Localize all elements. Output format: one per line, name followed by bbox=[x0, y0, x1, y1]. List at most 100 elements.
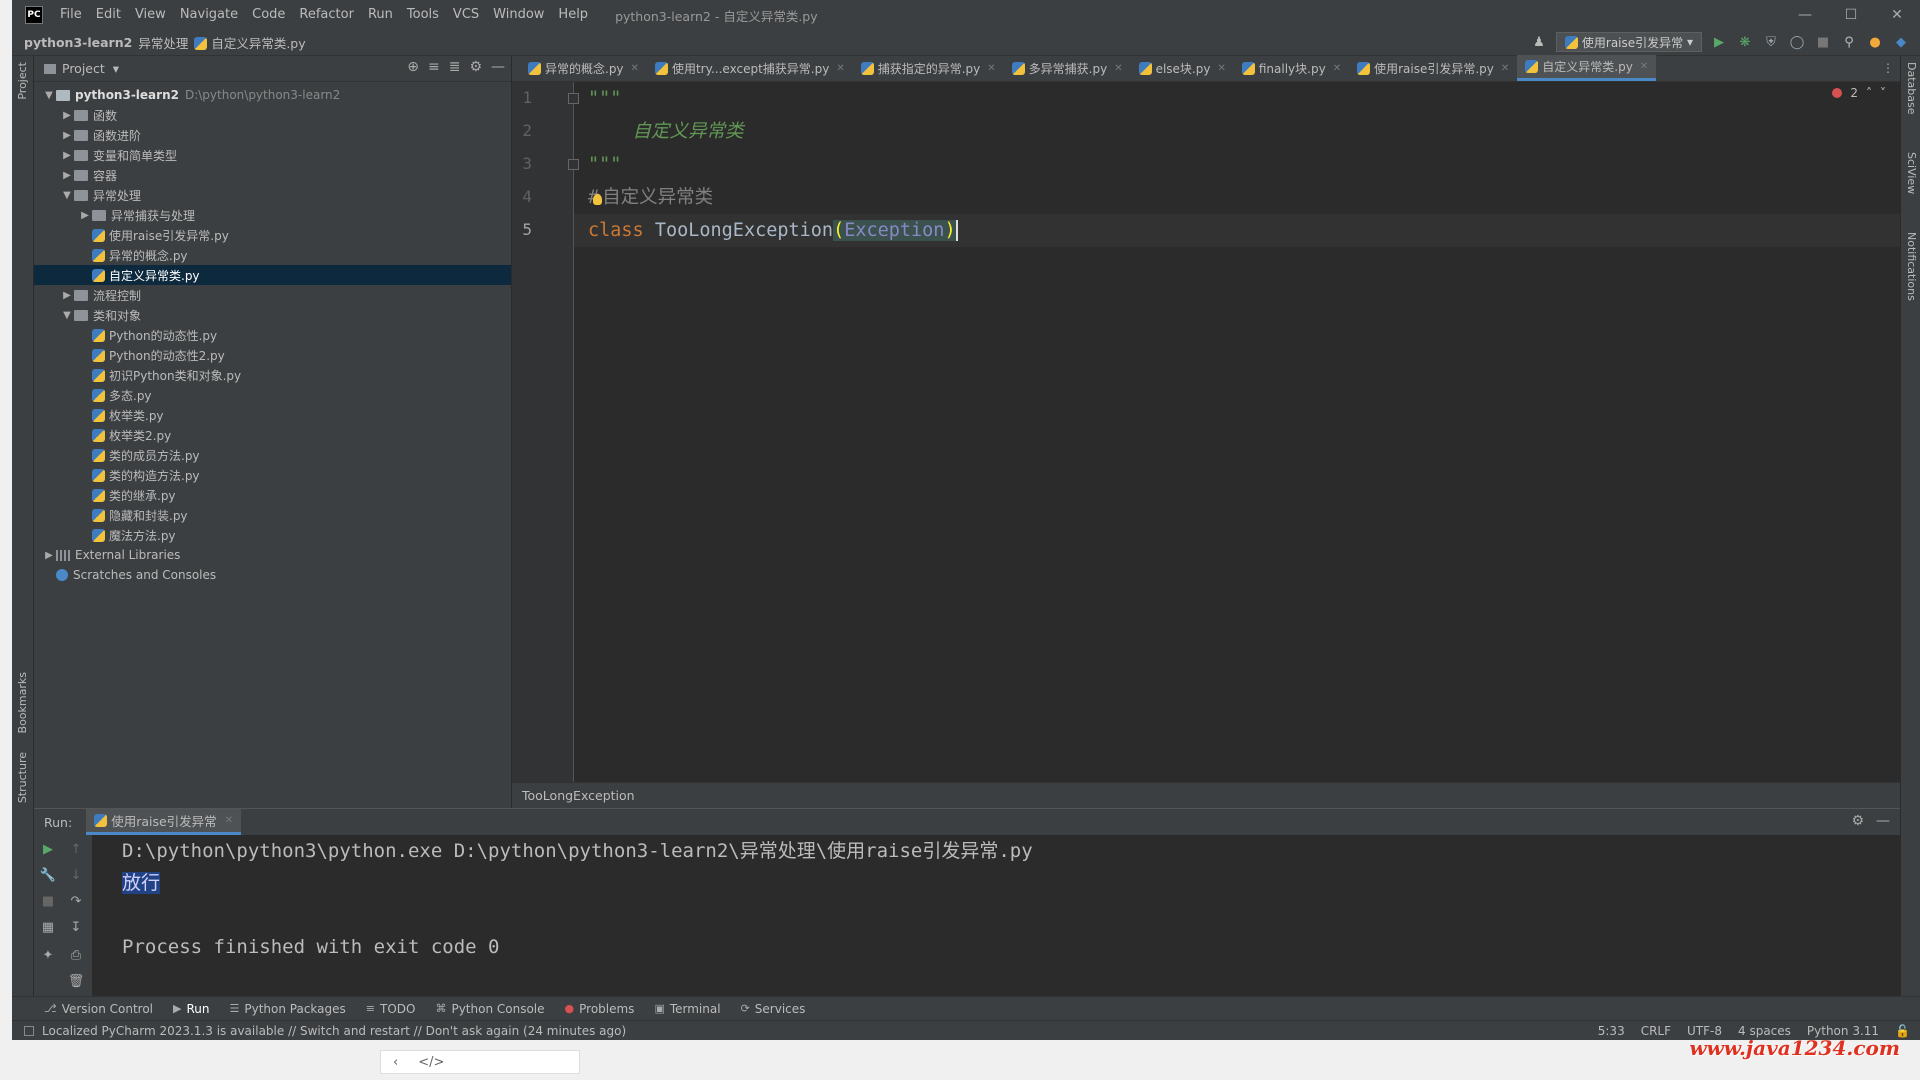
tree-folder[interactable]: ▶ 函数 bbox=[34, 105, 511, 125]
close-icon[interactable]: ✕ bbox=[631, 63, 639, 74]
tree-file[interactable]: 类的成员方法.py bbox=[34, 445, 511, 465]
tree-folder[interactable]: ▶ 异常捕获与处理 bbox=[34, 205, 511, 225]
bottom-tab[interactable]: ● Problems bbox=[565, 1002, 635, 1016]
chevron-right-icon[interactable]: ▶ bbox=[60, 150, 74, 161]
arrow-up-icon[interactable]: ↑ bbox=[68, 841, 84, 857]
soft-wrap-icon[interactable]: ↷ bbox=[68, 893, 84, 909]
editor-tab[interactable]: 异常的概念.py ✕ bbox=[520, 55, 647, 81]
pin-icon[interactable]: ✦ bbox=[40, 947, 56, 963]
arrow-down-icon[interactable]: ↓ bbox=[68, 867, 84, 883]
bottom-tab[interactable]: ⟳ Services bbox=[741, 1002, 806, 1016]
run-icon[interactable]: ▶ bbox=[1710, 33, 1728, 51]
menu-view[interactable]: View bbox=[128, 0, 173, 30]
tree-file[interactable]: 类的构造方法.py bbox=[34, 465, 511, 485]
wrench-icon[interactable]: 🔧 bbox=[40, 867, 56, 883]
coverage-icon[interactable]: ⛨ bbox=[1762, 33, 1780, 51]
chevron-up-icon[interactable]: ˄ bbox=[1866, 86, 1872, 100]
scroll-end-icon[interactable]: ↧ bbox=[68, 919, 84, 935]
plugin-icon[interactable]: ◆ bbox=[1892, 33, 1910, 51]
nav-crumb-project[interactable]: python3-learn2 bbox=[24, 35, 132, 50]
editor-tab[interactable]: 自定义异常类.py ✕ bbox=[1517, 55, 1657, 81]
close-icon[interactable]: ✕ bbox=[1874, 0, 1920, 30]
tree-folder[interactable]: ▼ 异常处理 bbox=[34, 185, 511, 205]
tree-folder[interactable]: ▶ 容器 bbox=[34, 165, 511, 185]
menu-help[interactable]: Help bbox=[551, 0, 595, 30]
tree-file[interactable]: 自定义异常类.py bbox=[34, 265, 511, 285]
lightbulb-icon[interactable] bbox=[593, 194, 603, 205]
chevron-down-icon[interactable]: ▼ bbox=[42, 90, 56, 101]
user-icon[interactable]: ♟ bbox=[1530, 33, 1548, 51]
bookmarks-tool-tab[interactable]: Bookmarks bbox=[16, 672, 29, 733]
tree-root[interactable]: ▼ python3-learn2 D:\python\python3-learn… bbox=[34, 85, 511, 105]
layout-icon[interactable]: ▦ bbox=[40, 919, 56, 935]
chevron-right-icon[interactable]: ▶ bbox=[60, 130, 74, 141]
menu-run[interactable]: Run bbox=[361, 0, 400, 30]
bottom-tab[interactable]: ≡ TODO bbox=[366, 1002, 416, 1016]
chevron-right-icon[interactable]: ▶ bbox=[60, 170, 74, 181]
tree-file[interactable]: 初识Python类和对象.py bbox=[34, 365, 511, 385]
menu-code[interactable]: Code bbox=[245, 0, 292, 30]
inspection-indicator[interactable]: 2 ˄ ˅ bbox=[1832, 86, 1886, 100]
bottom-tab[interactable]: ⎇ Version Control bbox=[44, 1002, 153, 1016]
editor-tab[interactable]: else块.py ✕ bbox=[1131, 55, 1234, 81]
chevron-right-icon[interactable]: ▶ bbox=[78, 210, 92, 221]
maximize-icon[interactable]: ☐ bbox=[1828, 0, 1874, 30]
editor-tab[interactable]: 多异常捕获.py ✕ bbox=[1004, 55, 1131, 81]
search-icon[interactable]: ⚲ bbox=[1840, 33, 1858, 51]
close-icon[interactable]: ✕ bbox=[1640, 61, 1648, 72]
bottom-tab[interactable]: ▶ Run bbox=[173, 1002, 209, 1016]
database-tool-tab[interactable]: Database bbox=[1905, 62, 1918, 115]
run-config-select[interactable]: 使用raise引发异常 ▾ bbox=[1555, 32, 1702, 52]
chevron-down-icon[interactable]: ▼ bbox=[60, 190, 74, 201]
tree-file[interactable]: 隐藏和封装.py bbox=[34, 505, 511, 525]
menu-window[interactable]: Window bbox=[486, 0, 551, 30]
bottom-tab[interactable]: ▣ Terminal bbox=[654, 1002, 720, 1016]
chevron-right-icon[interactable]: ▶ bbox=[60, 290, 74, 301]
menu-vcs[interactable]: VCS bbox=[446, 0, 486, 30]
hide-icon[interactable]: — bbox=[491, 59, 505, 75]
hide-icon[interactable]: — bbox=[1876, 813, 1890, 829]
project-view-select[interactable]: Project ▾ bbox=[44, 61, 119, 76]
tree-scratches[interactable]: Scratches and Consoles bbox=[34, 565, 511, 585]
close-icon[interactable]: ✕ bbox=[225, 815, 233, 826]
tree-folder[interactable]: ▶ 流程控制 bbox=[34, 285, 511, 305]
chevron-down-icon[interactable]: ˅ bbox=[1880, 86, 1886, 100]
more-tabs-icon[interactable]: ⋮ bbox=[1882, 61, 1894, 75]
menu-navigate[interactable]: Navigate bbox=[173, 0, 245, 30]
breadcrumb-class[interactable]: TooLongException bbox=[522, 788, 635, 803]
expand-all-icon[interactable]: ≡ bbox=[428, 59, 440, 75]
editor-tab[interactable]: 使用raise引发异常.py ✕ bbox=[1349, 55, 1517, 81]
close-icon[interactable]: ✕ bbox=[1114, 63, 1122, 74]
sciview-tool-tab[interactable]: SciView bbox=[1905, 152, 1918, 194]
chevron-left-icon[interactable]: ‹ bbox=[393, 1055, 398, 1070]
close-icon[interactable]: ✕ bbox=[836, 63, 844, 74]
nav-crumb-folder[interactable]: 异常处理 bbox=[138, 33, 188, 52]
tree-external-libraries[interactable]: ▶ External Libraries bbox=[34, 545, 511, 565]
tree-file[interactable]: 枚举类.py bbox=[34, 405, 511, 425]
tree-folder[interactable]: ▶ 函数进阶 bbox=[34, 125, 511, 145]
update-icon[interactable]: ● bbox=[1866, 33, 1884, 51]
settings-icon[interactable]: ⚙ bbox=[1851, 813, 1864, 829]
locate-icon[interactable]: ⊕ bbox=[407, 59, 419, 75]
tree-file[interactable]: Python的动态性.py bbox=[34, 325, 511, 345]
notifications-tool-tab[interactable]: Notifications bbox=[1905, 232, 1918, 301]
menu-edit[interactable]: Edit bbox=[89, 0, 128, 30]
tree-file[interactable]: 异常的概念.py bbox=[34, 245, 511, 265]
tree-file[interactable]: Python的动态性2.py bbox=[34, 345, 511, 365]
trash-icon[interactable]: 🗑 bbox=[68, 973, 85, 989]
tree-file[interactable]: 多态.py bbox=[34, 385, 511, 405]
line-separator[interactable]: CRLF bbox=[1641, 1024, 1671, 1038]
code-icon[interactable]: </> bbox=[418, 1055, 444, 1070]
debug-icon[interactable]: ❋ bbox=[1736, 33, 1754, 51]
settings-icon[interactable]: ⚙ bbox=[469, 59, 482, 75]
collapse-all-icon[interactable]: ≣ bbox=[449, 59, 461, 75]
caret-position[interactable]: 5:33 bbox=[1598, 1024, 1625, 1038]
stop-icon[interactable]: ■ bbox=[40, 893, 56, 909]
close-icon[interactable]: ✕ bbox=[1501, 63, 1509, 74]
chevron-down-icon[interactable]: ▼ bbox=[60, 310, 74, 321]
bottom-tab[interactable]: ☰ Python Packages bbox=[230, 1002, 346, 1016]
tree-folder[interactable]: ▶ 变量和简单类型 bbox=[34, 145, 511, 165]
minimize-icon[interactable]: — bbox=[1782, 0, 1828, 30]
chevron-right-icon[interactable]: ▶ bbox=[60, 110, 74, 121]
nav-crumb-file[interactable]: 自定义异常类.py bbox=[194, 33, 306, 52]
